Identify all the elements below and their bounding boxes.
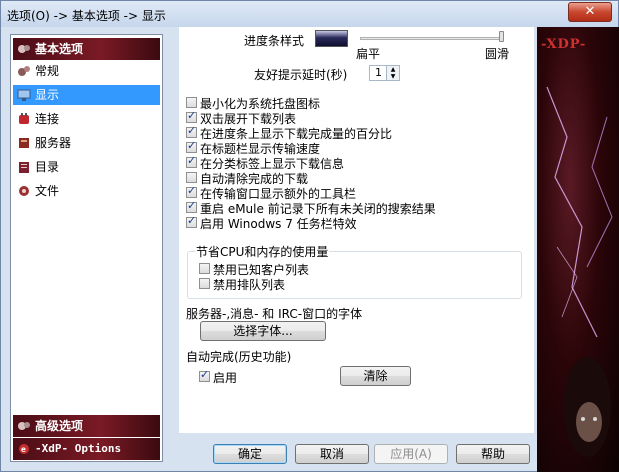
display-icon bbox=[17, 89, 31, 101]
section-xdp-options[interactable]: e -XdP- Options bbox=[13, 438, 160, 460]
apply-button[interactable]: 应用(A) bbox=[374, 444, 448, 464]
checkbox[interactable] bbox=[186, 109, 197, 123]
font-section-label: 服务器-,消息- 和 IRC-窗口的字体 bbox=[186, 307, 363, 321]
checkbox[interactable] bbox=[186, 154, 197, 168]
checkbox[interactable] bbox=[186, 214, 197, 228]
help-button[interactable]: 帮助 bbox=[456, 444, 530, 464]
section-label: 基本选项 bbox=[35, 42, 84, 56]
checkbox[interactable] bbox=[186, 124, 197, 138]
general-icon bbox=[18, 66, 30, 76]
sidebar-item-directory[interactable]: 目录 bbox=[13, 157, 160, 177]
choose-font-button[interactable]: 选择字体... bbox=[200, 321, 326, 341]
section-advanced-options[interactable]: 高级选项 bbox=[13, 415, 160, 437]
sidebar-item-label: 显示 bbox=[35, 88, 60, 102]
checkbox[interactable] bbox=[186, 97, 197, 108]
checkbox-label: 禁用排队列表 bbox=[213, 278, 286, 292]
skin-artwork: -XDP- bbox=[537, 27, 619, 472]
checkbox[interactable] bbox=[199, 278, 210, 289]
stepper-arrows[interactable]: ▲ ▼ bbox=[386, 66, 399, 80]
sidebar-item-label: 常规 bbox=[35, 64, 60, 78]
xdp-options-icon: e bbox=[19, 444, 29, 454]
sidebar-item-label: 连接 bbox=[35, 112, 60, 126]
sidebar-item-server[interactable]: 服务器 bbox=[13, 133, 160, 153]
sidebar-item-display[interactable]: 显示 bbox=[13, 85, 160, 105]
checkbox[interactable] bbox=[186, 139, 197, 153]
sidebar-item-label: 文件 bbox=[35, 184, 60, 198]
checkbox[interactable] bbox=[199, 368, 210, 382]
sidebar-item-label: 目录 bbox=[35, 160, 60, 174]
slider-min-label: 扁平 bbox=[356, 47, 381, 61]
server-icon bbox=[19, 138, 29, 148]
cancel-button[interactable]: 取消 bbox=[295, 444, 369, 464]
tooltip-delay-stepper[interactable]: 1 ▲ ▼ bbox=[369, 65, 400, 81]
sidebar-item-files[interactable]: 文件 bbox=[13, 181, 160, 201]
checkbox-label: 启用 bbox=[213, 371, 238, 385]
files-icon bbox=[19, 186, 29, 196]
basic-options-icon bbox=[18, 45, 30, 53]
xdp-logo: -XDP- bbox=[541, 37, 587, 52]
sidebar-item-connection[interactable]: 连接 bbox=[13, 109, 160, 129]
checkbox[interactable] bbox=[186, 172, 197, 183]
tooltip-delay-value: 1 bbox=[375, 66, 382, 79]
progress-style-slider[interactable] bbox=[360, 37, 502, 40]
section-basic-options[interactable]: 基本选项 bbox=[13, 38, 160, 60]
advanced-options-icon bbox=[18, 422, 30, 430]
autocomplete-label: 自动完成(历史功能) bbox=[186, 350, 292, 364]
progress-style-label: 进度条样式 bbox=[244, 34, 305, 48]
ok-button[interactable]: 确定 bbox=[213, 444, 287, 464]
stepper-up-icon[interactable]: ▲ bbox=[387, 66, 399, 73]
sidebar-item-label: 服务器 bbox=[35, 136, 72, 150]
connection-icon bbox=[19, 113, 29, 124]
lightning-art bbox=[546, 86, 613, 457]
slider-max-label: 圆滑 bbox=[485, 47, 510, 61]
tooltip-delay-label: 友好提示延时(秒) bbox=[254, 68, 348, 82]
checkbox[interactable] bbox=[199, 263, 210, 274]
checkbox[interactable] bbox=[186, 199, 197, 213]
clear-history-button[interactable]: 清除 bbox=[340, 366, 411, 386]
title-bar: 选项(O) -> 基本选项 -> 显示 ✕ bbox=[1, 1, 618, 27]
close-button[interactable]: ✕ bbox=[568, 2, 612, 22]
directory-icon bbox=[19, 162, 29, 173]
options-sidebar: 基本选项 常规 显示 连接 服务器 目录 文件 高级选项 e -XdP- Opt… bbox=[10, 34, 163, 462]
sidebar-item-general[interactable]: 常规 bbox=[13, 61, 160, 81]
stepper-down-icon[interactable]: ▼ bbox=[387, 73, 399, 80]
checkbox[interactable] bbox=[186, 184, 197, 198]
progress-style-swatch[interactable] bbox=[315, 30, 348, 47]
options-window: 选项(O) -> 基本选项 -> 显示 ✕ 基本选项 常规 显示 连接 服务器 … bbox=[0, 0, 619, 472]
svg-text:e: e bbox=[21, 445, 26, 454]
checkbox-label: 启用 Winodws 7 任务栏特效 bbox=[200, 217, 357, 231]
window-title: 选项(O) -> 基本选项 -> 显示 bbox=[7, 9, 166, 23]
section-label: 高级选项 bbox=[35, 419, 84, 433]
cpu-group-title: 节省CPU和内存的使用量 bbox=[195, 243, 330, 260]
progress-style-slider-thumb[interactable] bbox=[499, 31, 504, 42]
section-label: -XdP- Options bbox=[35, 442, 122, 455]
